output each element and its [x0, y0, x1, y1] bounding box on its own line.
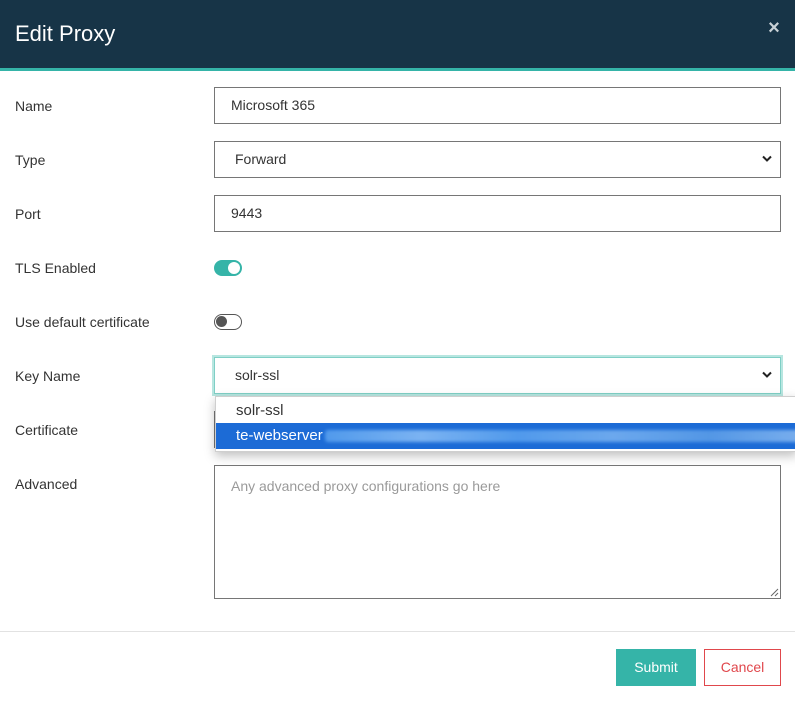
dropdown-option-solr-ssl[interactable]: solr-ssl	[216, 398, 795, 424]
key-name-select[interactable]: solr-ssl	[214, 357, 781, 394]
key-name-dropdown-list: solr-ssl te-webserver	[215, 396, 795, 452]
close-icon[interactable]: ×	[767, 18, 781, 38]
advanced-textarea[interactable]: Any advanced proxy configurations go her…	[214, 465, 781, 599]
key-name-label: Key Name	[15, 368, 81, 384]
edit-proxy-dialog: Edit Proxy × Name Microsoft 365 Type For…	[0, 0, 795, 701]
certificate-label: Certificate	[15, 422, 79, 438]
dialog-header: Edit Proxy ×	[0, 0, 795, 71]
redacted-text	[324, 430, 795, 443]
name-input[interactable]: Microsoft 365	[214, 87, 781, 124]
submit-button[interactable]: Submit	[616, 649, 696, 686]
toggle-knob	[228, 262, 240, 274]
type-select[interactable]: Forward	[214, 141, 781, 178]
key-name-select-value: solr-ssl	[235, 367, 280, 383]
cancel-button[interactable]: Cancel	[704, 649, 781, 686]
advanced-label: Advanced	[15, 476, 78, 492]
dialog-title: Edit Proxy	[15, 21, 116, 46]
tls-enabled-toggle[interactable]	[214, 260, 242, 276]
option-label: te-webserver	[236, 427, 323, 444]
chevron-down-icon	[762, 155, 772, 162]
advanced-placeholder: Any advanced proxy configurations go her…	[231, 478, 501, 494]
chevron-down-icon	[762, 371, 772, 378]
toggle-knob	[216, 316, 227, 327]
port-input[interactable]: 9443	[214, 195, 781, 232]
use-default-certificate-toggle[interactable]	[214, 314, 242, 330]
dropdown-option-te-webserver[interactable]: te-webserver	[216, 423, 795, 449]
name-label: Name	[15, 98, 53, 114]
type-label: Type	[15, 152, 46, 168]
tls-enabled-label: TLS Enabled	[15, 260, 96, 276]
footer-divider	[0, 631, 795, 632]
type-select-value: Forward	[235, 151, 287, 167]
port-label: Port	[15, 206, 41, 222]
option-label: solr-ssl	[236, 402, 284, 419]
use-default-certificate-label: Use default certificate	[15, 314, 150, 330]
resize-handle-icon[interactable]	[770, 588, 779, 597]
